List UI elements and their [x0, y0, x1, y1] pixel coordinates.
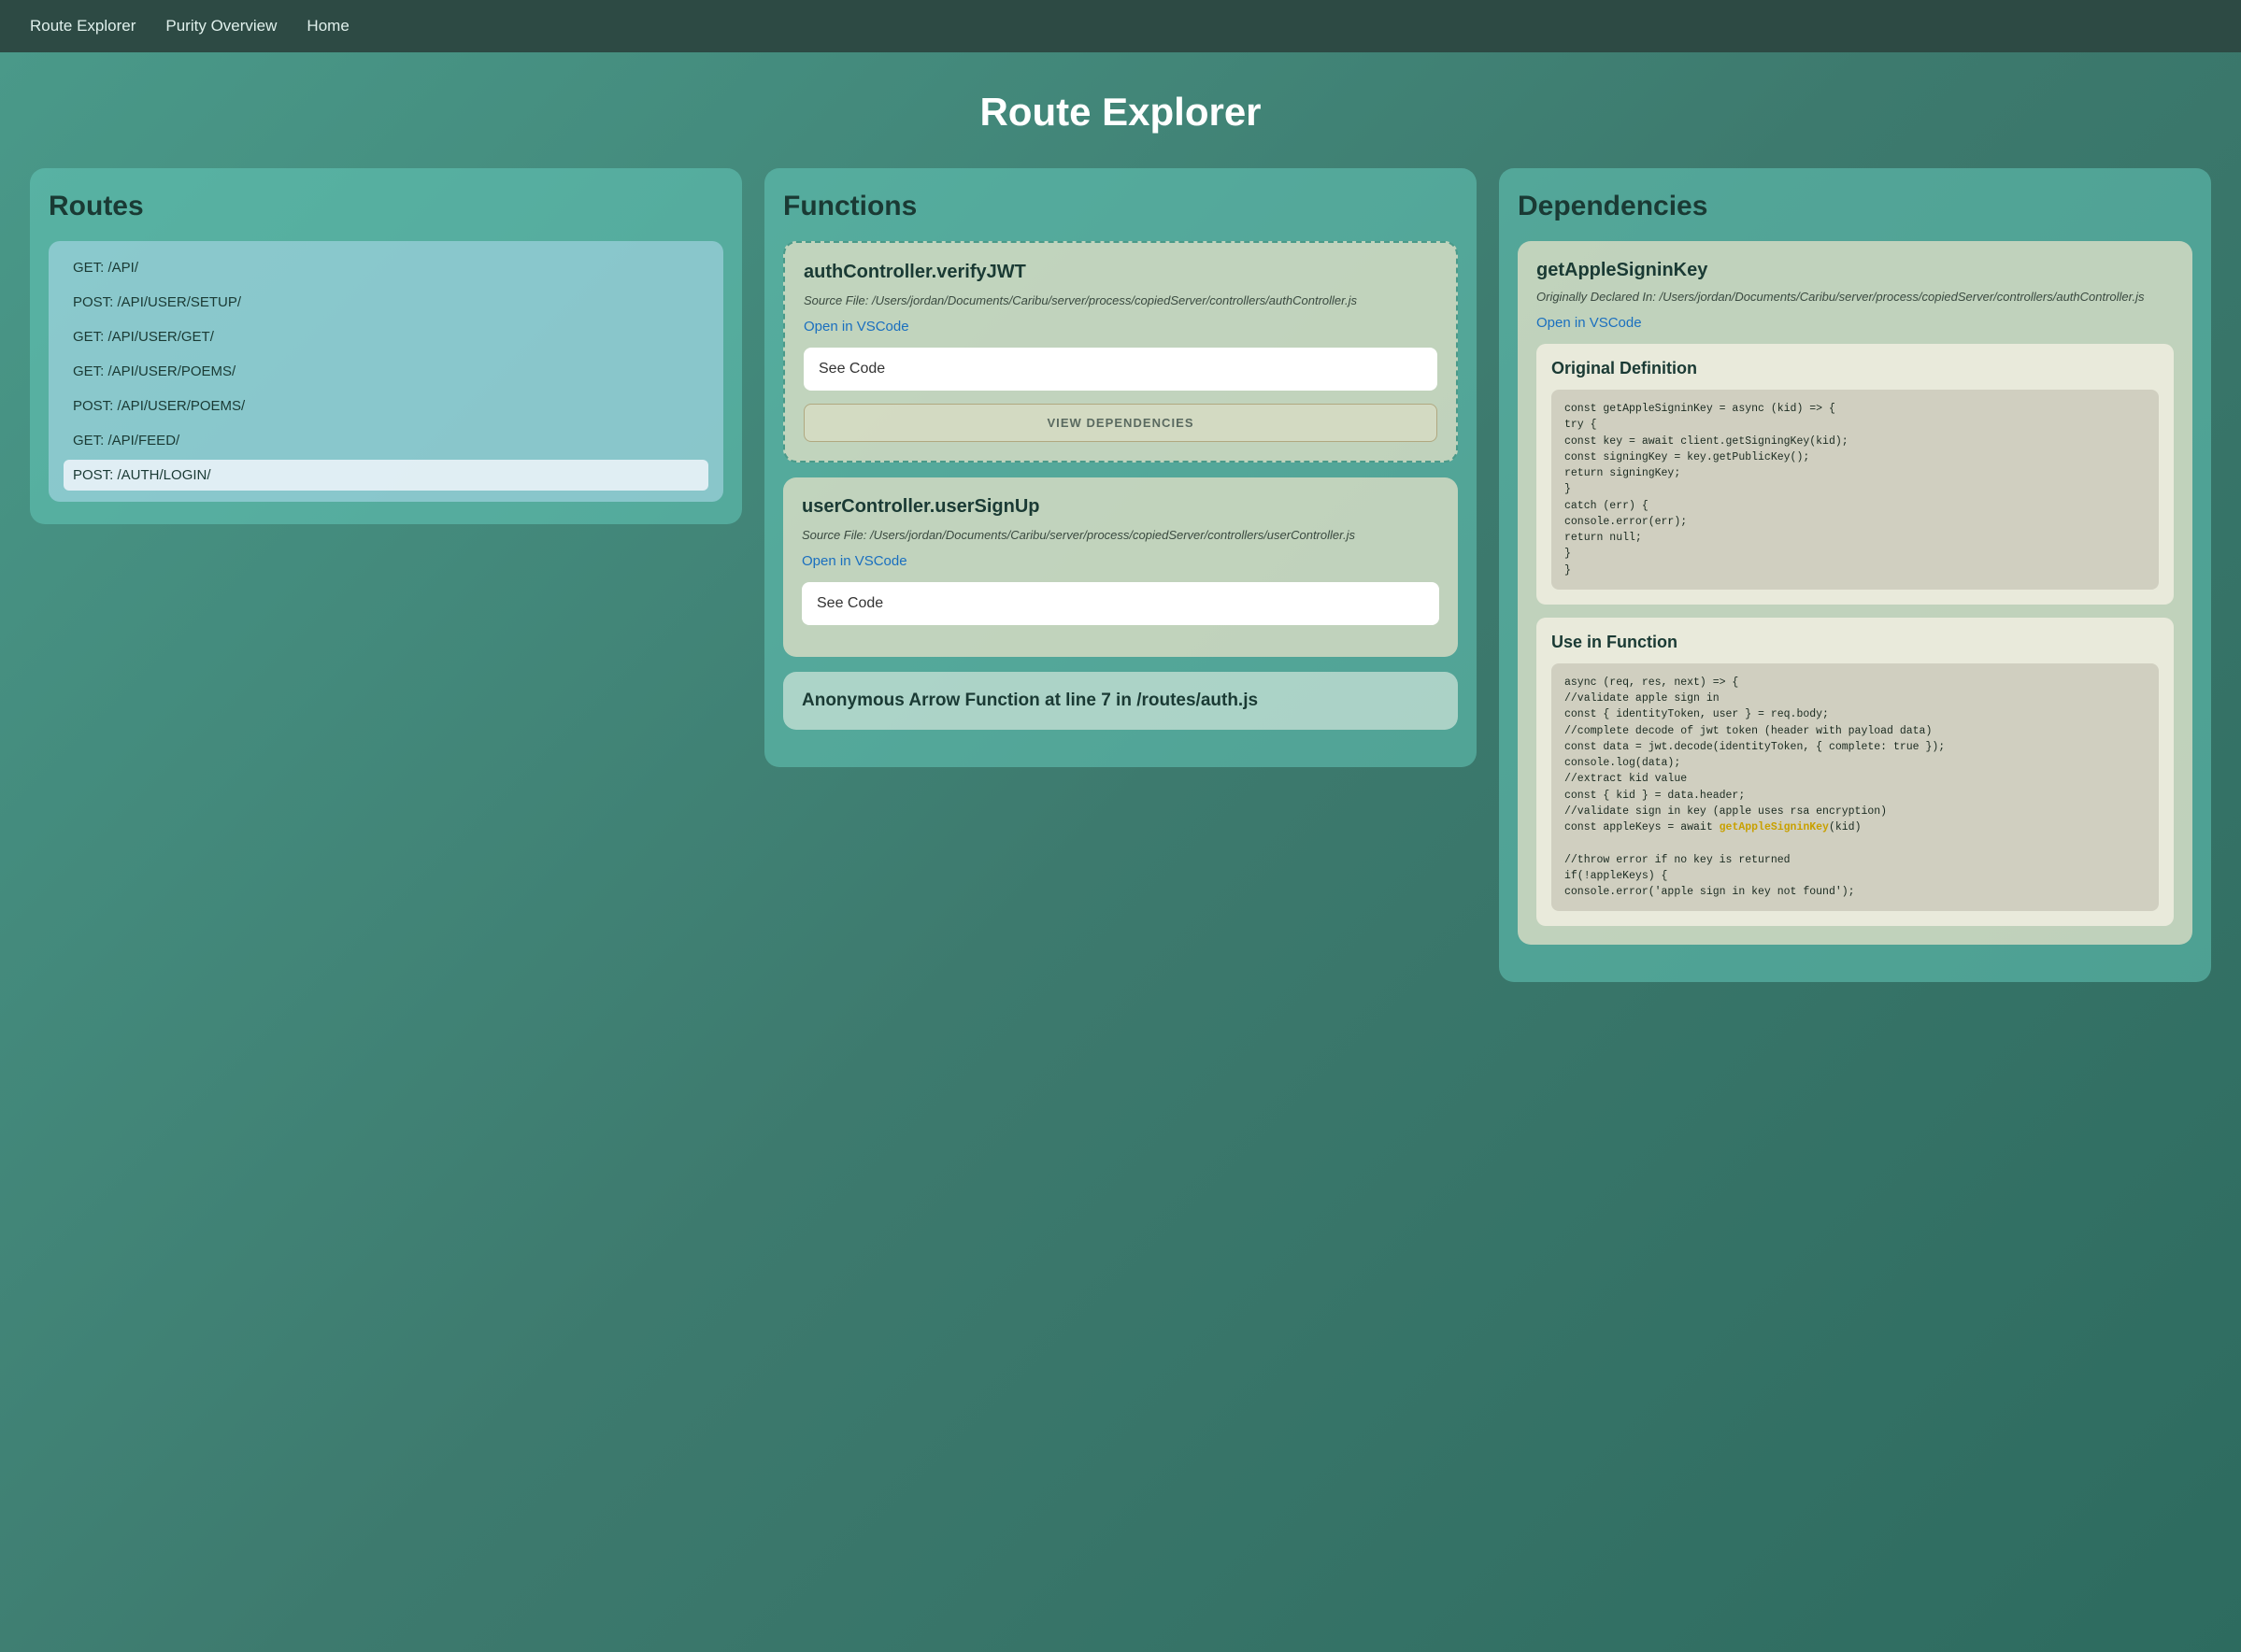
function-name-0: authController.verifyJWT [804, 262, 1437, 283]
nav-purity-overview[interactable]: Purity Overview [165, 17, 277, 36]
page-title: Route Explorer [30, 90, 2211, 135]
nav-route-explorer[interactable]: Route Explorer [30, 17, 136, 36]
route-item-5[interactable]: GET: /API/FEED/ [64, 425, 708, 456]
dep-declared-0: Originally Declared In: /Users/jordan/Do… [1536, 289, 2174, 306]
function-card-1: userController.userSignUp Source File: /… [783, 477, 1458, 657]
route-item-4[interactable]: POST: /API/USER/POEMS/ [64, 391, 708, 421]
open-vscode-link-1[interactable]: Open in VSCode [802, 553, 1439, 569]
function-name-1: userController.userSignUp [802, 496, 1439, 518]
view-deps-button-0[interactable]: VIEW DEPENDENCIES [804, 404, 1437, 442]
dep-card-0: getAppleSigninKey Originally Declared In… [1518, 241, 2192, 945]
function-source-1: Source File: /Users/jordan/Documents/Car… [802, 527, 1439, 544]
original-definition-code: const getAppleSigninKey = async (kid) =>… [1551, 390, 2159, 590]
function-source-0: Source File: /Users/jordan/Documents/Car… [804, 292, 1437, 309]
dependencies-column-title: Dependencies [1518, 191, 2192, 222]
use-in-function-label: Use in Function [1551, 633, 2159, 652]
highlight-getAppleSigninKey: getAppleSigninKey [1720, 821, 1829, 833]
navbar: Route Explorer Purity Overview Home [0, 0, 2241, 52]
function-card-0: authController.verifyJWT Source File: /U… [783, 241, 1458, 463]
see-code-box-0[interactable]: See Code [804, 348, 1437, 391]
original-definition-card: Original Definition const getAppleSignin… [1536, 344, 2174, 605]
route-item-2[interactable]: GET: /API/USER/GET/ [64, 321, 708, 352]
main-content: Route Explorer Routes GET: /API/ POST: /… [0, 52, 2241, 1012]
open-vscode-link-0[interactable]: Open in VSCode [804, 319, 1437, 335]
function-name-2: Anonymous Arrow Function at line 7 in /r… [802, 691, 1439, 711]
use-in-function-code: async (req, res, next) => { //validate a… [1551, 663, 2159, 912]
use-in-function-card: Use in Function async (req, res, next) =… [1536, 618, 2174, 927]
route-item-0[interactable]: GET: /API/ [64, 252, 708, 283]
routes-column-title: Routes [49, 191, 723, 222]
route-item-3[interactable]: GET: /API/USER/POEMS/ [64, 356, 708, 387]
dep-name-0: getAppleSigninKey [1536, 260, 2174, 281]
function-card-2: Anonymous Arrow Function at line 7 in /r… [783, 672, 1458, 730]
routes-list: GET: /API/ POST: /API/USER/SETUP/ GET: /… [49, 241, 723, 502]
route-item-6[interactable]: POST: /AUTH/LOGIN/ [64, 460, 708, 491]
dependencies-column: Dependencies getAppleSigninKey Originall… [1499, 168, 2211, 982]
columns: Routes GET: /API/ POST: /API/USER/SETUP/… [30, 168, 2211, 982]
dep-open-vscode-link-0[interactable]: Open in VSCode [1536, 315, 2174, 331]
functions-column: Functions authController.verifyJWT Sourc… [764, 168, 1477, 767]
functions-column-title: Functions [783, 191, 1458, 222]
see-code-box-1[interactable]: See Code [802, 582, 1439, 625]
route-item-1[interactable]: POST: /API/USER/SETUP/ [64, 287, 708, 318]
original-definition-label: Original Definition [1551, 359, 2159, 378]
routes-column: Routes GET: /API/ POST: /API/USER/SETUP/… [30, 168, 742, 524]
nav-home[interactable]: Home [307, 17, 349, 36]
